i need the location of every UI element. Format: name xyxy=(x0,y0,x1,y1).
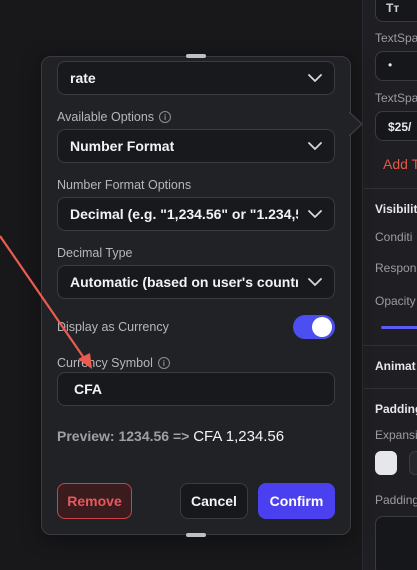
decimal-type-label: Decimal Type xyxy=(57,246,133,260)
divider xyxy=(363,345,417,346)
chevron-down-icon xyxy=(308,278,322,286)
preview-prefix: Preview: 1234.56 => xyxy=(57,428,190,444)
expansion-label: Expansi xyxy=(375,428,417,442)
text-style-box[interactable]: Tт xyxy=(375,0,417,22)
add-text-link[interactable]: Add T xyxy=(383,156,417,172)
decimal-type-value: Automatic (based on user's country) xyxy=(70,274,298,290)
info-icon[interactable]: i xyxy=(157,357,170,369)
padding-heading: Padding xyxy=(375,402,417,416)
expansion-option-1[interactable] xyxy=(375,451,397,475)
responsive-label: Respon xyxy=(375,261,417,275)
chevron-down-icon xyxy=(308,74,322,82)
currency-symbol-label: Currency Symbol i xyxy=(57,356,170,370)
padding-editor[interactable] xyxy=(375,516,417,570)
opacity-slider[interactable] xyxy=(381,326,417,329)
opacity-label: Opacity xyxy=(375,294,416,308)
visibility-heading: Visibilit xyxy=(375,202,417,216)
number-format-options-select[interactable]: Decimal (e.g. "1,234.56" or "1.234,56") xyxy=(57,197,335,231)
number-format-options-value: Decimal (e.g. "1,234.56" or "1.234,56") xyxy=(70,206,298,222)
remove-button[interactable]: Remove xyxy=(57,483,132,519)
number-format-options-label: Number Format Options xyxy=(57,178,192,192)
chevron-down-icon xyxy=(308,210,322,218)
currency-symbol-value: CFA xyxy=(74,381,102,397)
conditions-label: Conditi xyxy=(375,230,413,244)
format-preview: Preview: 1234.56 => CFA 1,234.56 xyxy=(57,428,284,445)
textspan-label-1: TextSpa xyxy=(375,31,417,45)
textspan-label-2: TextSpa xyxy=(375,91,417,105)
available-options-value: Number Format xyxy=(70,138,175,154)
resize-handle-bottom[interactable] xyxy=(186,533,206,537)
info-icon[interactable]: i xyxy=(159,111,172,123)
textspan-value-2: $25/ xyxy=(388,120,412,134)
field-select[interactable]: rate xyxy=(57,61,335,95)
confirm-button[interactable]: Confirm xyxy=(258,483,335,519)
display-currency-label: Display as Currency xyxy=(57,320,169,334)
divider xyxy=(363,188,417,189)
chevron-down-icon xyxy=(308,142,322,150)
animate-heading: Animat xyxy=(375,359,416,373)
textspan-field-2[interactable]: $25/ xyxy=(375,111,417,141)
display-currency-toggle[interactable] xyxy=(293,315,335,339)
padding-label: Padding xyxy=(375,493,417,507)
toggle-knob xyxy=(312,317,332,337)
currency-symbol-input[interactable]: CFA xyxy=(57,372,335,406)
preview-result: CFA 1,234.56 xyxy=(193,428,285,445)
properties-panel: Tт TextSpa • TextSpa $25/ Add T Visibili… xyxy=(362,0,417,570)
textspan-field-1[interactable]: • xyxy=(375,51,417,81)
divider xyxy=(363,388,417,389)
cancel-button[interactable]: Cancel xyxy=(180,483,248,519)
expansion-option-2[interactable] xyxy=(409,451,417,475)
dialog-pointer-fill xyxy=(348,112,361,136)
field-select-value: rate xyxy=(70,70,96,86)
decimal-type-select[interactable]: Automatic (based on user's country) xyxy=(57,265,335,299)
textspan-value-1: • xyxy=(388,58,393,72)
available-options-select[interactable]: Number Format xyxy=(57,129,335,163)
available-options-text: Available Options xyxy=(57,110,155,124)
text-style-icon: Tт xyxy=(386,1,400,15)
available-options-label: Available Options i xyxy=(57,110,172,124)
currency-symbol-text: Currency Symbol xyxy=(57,356,153,370)
resize-handle-top[interactable] xyxy=(186,54,206,58)
